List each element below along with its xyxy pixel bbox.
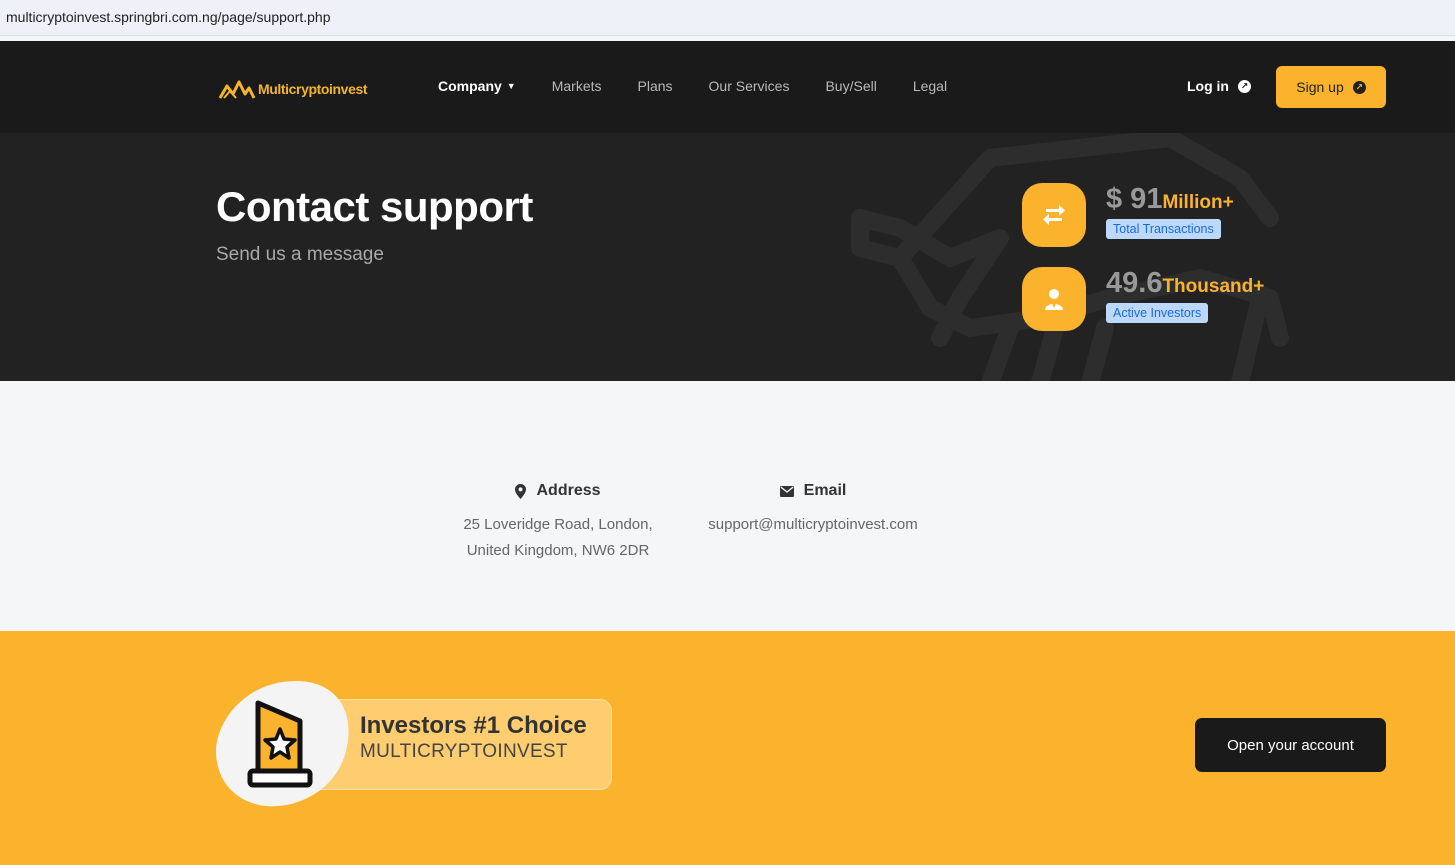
address-block: Address 25 Loveridge Road, London, Unite… — [440, 482, 676, 564]
nav-item-plans[interactable]: Plans — [638, 78, 673, 94]
contact-info-section: Address 25 Loveridge Road, London, Unite… — [0, 381, 1455, 631]
chevron-down-icon: ▼ — [506, 81, 516, 91]
address-line-2: United Kingdom, NW6 2DR — [466, 542, 650, 559]
arrow-up-right-icon: ↗ — [1238, 79, 1251, 93]
nav-item-legal[interactable]: Legal — [913, 78, 947, 94]
envelope-icon — [779, 485, 794, 497]
support-email-link[interactable]: support@multicryptoinvest.com — [690, 512, 936, 538]
badge-subtitle: MULTICRYPTOINVEST — [360, 741, 568, 762]
signup-button[interactable]: Sign up ↗ — [1276, 66, 1386, 108]
site-header: Multicryptoinvest Company ▼ Markets Plan… — [0, 41, 1455, 133]
nav-item-label: Plans — [637, 78, 673, 94]
bull-watermark-icon — [851, 133, 1289, 381]
investor-user-icon — [1022, 267, 1086, 331]
page-subtitle: Send us a message — [216, 244, 384, 265]
nav-item-label: Markets — [551, 78, 602, 94]
email-block: Email support@multicryptoinvest.com — [690, 482, 936, 538]
nav-item-label: Company — [438, 78, 502, 94]
logo-mountain-icon — [218, 80, 256, 99]
map-pin-icon — [515, 483, 527, 499]
stat-total-transactions: $ 91 Million+ Total Transactions — [1022, 183, 1234, 247]
url-text[interactable]: multicryptoinvest.springbri.com.ng/page/… — [6, 9, 331, 25]
nav-item-label: Legal — [912, 78, 948, 94]
stat-value: $ 91 — [1106, 183, 1163, 215]
email-heading: Email — [803, 482, 847, 499]
browser-address-bar[interactable]: multicryptoinvest.springbri.com.ng/page/… — [0, 0, 1455, 36]
stat-unit: Million+ — [1162, 192, 1234, 213]
hero-section: Contact support Send us a message $ 91 M… — [0, 133, 1455, 381]
stat-value: 49.6 — [1106, 267, 1163, 299]
brand-logo[interactable]: Multicryptoinvest — [218, 77, 368, 101]
stat-active-investors: 49.6 Thousand+ Active Investors — [1022, 267, 1264, 331]
nav-item-markets[interactable]: Markets — [552, 78, 602, 94]
badge-title: Investors #1 Choice — [360, 712, 587, 739]
stat-unit: Thousand+ — [1162, 276, 1265, 297]
cta-section: Investors #1 Choice MULTICRYPTOINVEST Op… — [0, 631, 1455, 865]
nav-item-our-services[interactable]: Our Services — [709, 78, 790, 94]
brand-name: Multicryptoinvest — [258, 81, 368, 97]
stat-label-badge: Active Investors — [1106, 303, 1209, 323]
address-line-1: 25 Loveridge Road, London, — [463, 516, 653, 533]
login-link[interactable]: Log in ↗ — [1187, 78, 1251, 94]
page-title: Contact support — [216, 183, 533, 230]
nav-item-label: Our Services — [708, 78, 790, 94]
arrow-up-right-icon: ↗ — [1352, 80, 1366, 94]
nav-item-label: Buy/Sell — [825, 78, 877, 94]
stat-label-badge: Total Transactions — [1106, 219, 1221, 239]
trophy-star-icon — [247, 700, 313, 788]
address-heading: Address — [536, 482, 601, 499]
exchange-arrows-icon — [1022, 183, 1086, 247]
signup-label: Sign up — [1296, 79, 1344, 95]
open-account-button[interactable]: Open your account — [1195, 718, 1386, 772]
login-label: Log in — [1187, 78, 1229, 94]
main-nav: Company ▼ Markets Plans Our Services Buy… — [438, 78, 983, 94]
nav-item-company[interactable]: Company ▼ — [438, 78, 516, 94]
nav-item-buy-sell[interactable]: Buy/Sell — [825, 78, 876, 94]
